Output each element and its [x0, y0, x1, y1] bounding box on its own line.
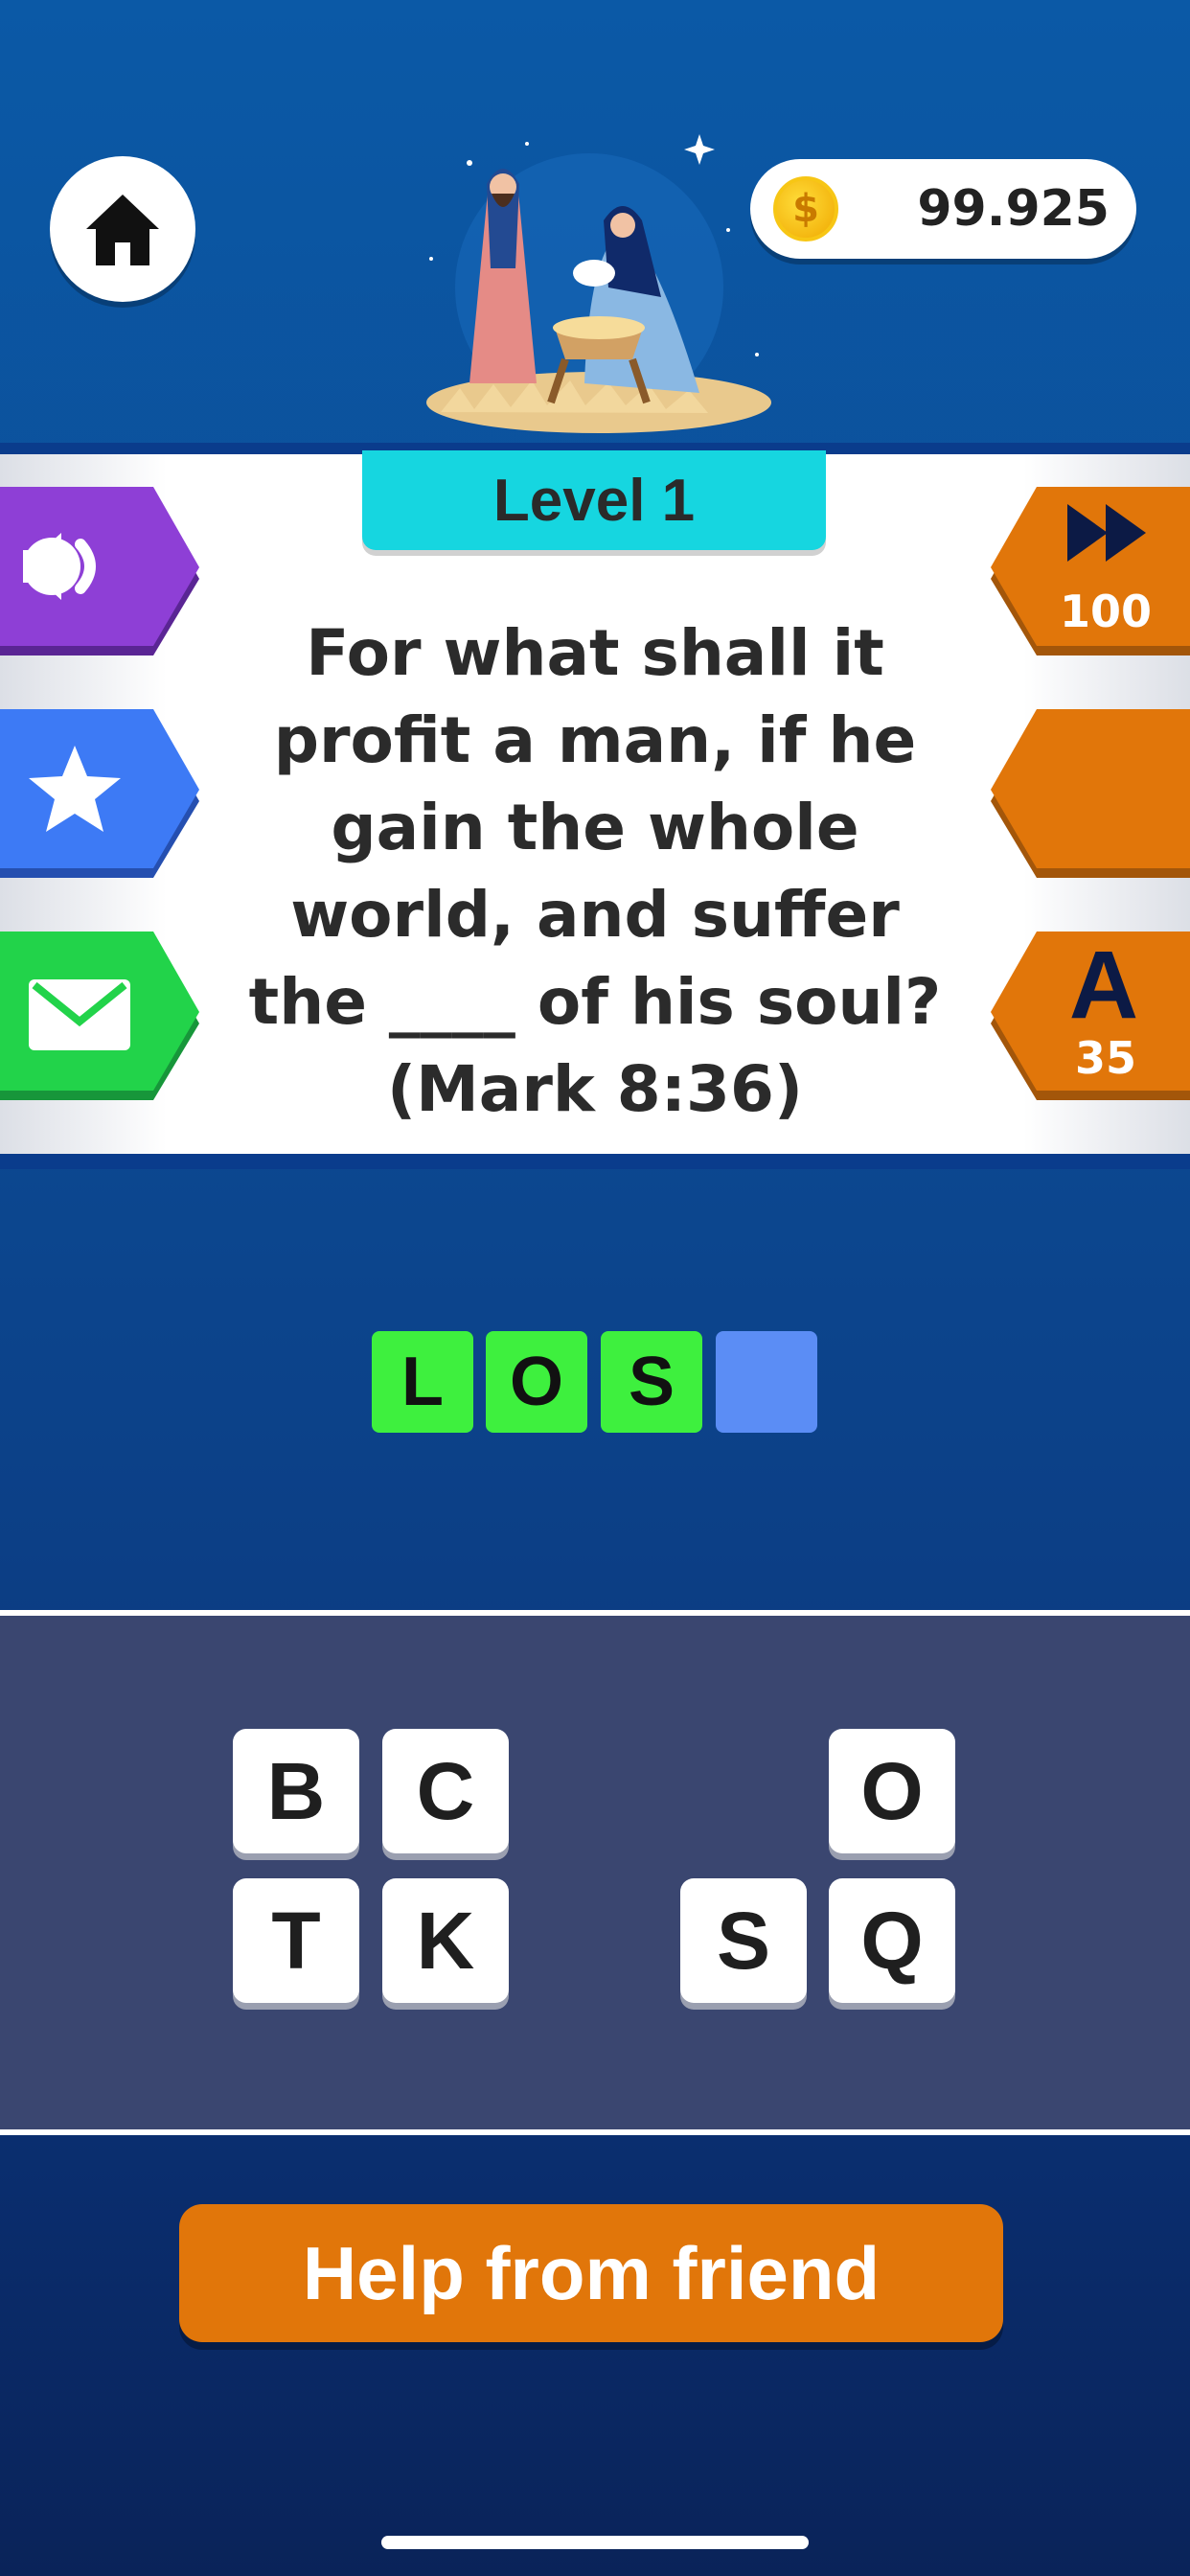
envelope-icon [29, 979, 130, 1050]
letter-tile[interactable]: B [233, 1729, 359, 1853]
sound-button[interactable] [0, 487, 203, 656]
level-label: Level 1 [362, 450, 826, 550]
rate-star-button[interactable] [0, 709, 203, 878]
letter-tile[interactable]: T [233, 1878, 359, 2003]
coin-icon: $ [773, 176, 838, 242]
share-message-button[interactable] [0, 932, 203, 1100]
letter-board [0, 1616, 1190, 2129]
home-icon [86, 195, 159, 265]
divider [0, 2129, 1190, 2135]
help-from-friend-button[interactable]: Help from friend [179, 2204, 1003, 2342]
coin-balance: $ 99.925 [750, 159, 1136, 259]
answer-slot[interactable]: L [372, 1331, 473, 1433]
coin-value: 99.925 [917, 180, 1110, 238]
letter-tile[interactable]: K [382, 1878, 509, 2003]
nativity-illustration [426, 134, 771, 433]
home-button[interactable] [50, 156, 195, 302]
home-indicator[interactable] [381, 2536, 809, 2549]
letter-tile[interactable]: O [829, 1729, 955, 1853]
answer-slot[interactable]: S [601, 1331, 702, 1433]
question-text: For what shall it profit a man, if he ga… [248, 616, 942, 1126]
reveal-letter-button[interactable]: A 35 [987, 932, 1190, 1100]
bomb-button[interactable]: 40 [987, 709, 1190, 878]
answer-slot-empty[interactable] [716, 1331, 817, 1433]
letter-tile[interactable]: Q [829, 1878, 955, 2003]
skip-level-button[interactable]: 100 [987, 487, 1190, 656]
reveal-cost: 35 [1075, 1032, 1136, 1084]
answer-slot[interactable]: O [486, 1331, 587, 1433]
letter-tile[interactable]: S [680, 1878, 807, 2003]
skip-cost: 100 [1060, 586, 1152, 637]
letter-tile[interactable]: C [382, 1729, 509, 1853]
reveal-letter-icon: A [1069, 932, 1138, 1039]
